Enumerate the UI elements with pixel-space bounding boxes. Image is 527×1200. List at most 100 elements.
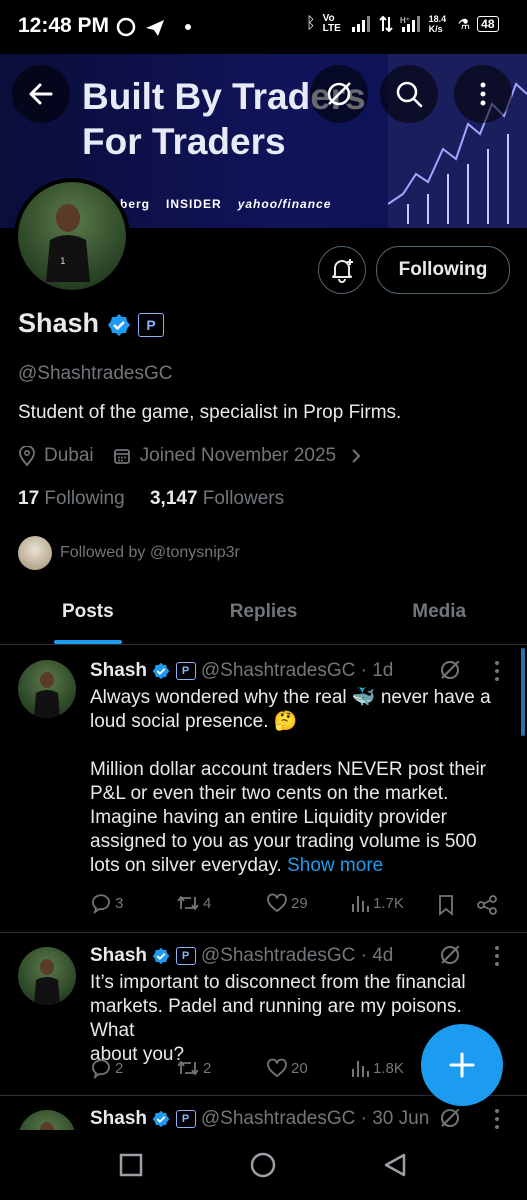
following-count-link[interactable]: 17 Following [18, 488, 125, 509]
repost-button[interactable]: 2 [176, 1057, 211, 1079]
share-icon[interactable] [476, 894, 498, 916]
bluetooth-icon: ᛒ [306, 15, 316, 32]
repost-icon [177, 895, 199, 911]
tweet-line: Always wondered why the real 🐳 never hav… [90, 687, 491, 708]
svg-text:H⁺: H⁺ [400, 16, 410, 25]
banner-title-line2: For Traders [82, 121, 286, 162]
tweet-line: It’s important to disconnect from the fi… [90, 972, 466, 993]
verified-badge-icon [153, 1110, 170, 1128]
tweet-line: lots on silver everyday. [90, 855, 282, 876]
recent-apps-icon[interactable] [118, 1152, 144, 1178]
followers-count: 3,147 [149, 488, 198, 509]
affiliate-badge-icon: P [175, 946, 196, 965]
profile-avatar[interactable]: 1 [14, 178, 130, 294]
like-button[interactable]: 29 [266, 892, 308, 914]
chevron-right-icon[interactable] [348, 447, 364, 465]
profile-name: Shash P [18, 308, 165, 339]
like-count: 29 [291, 894, 308, 912]
views-button[interactable]: 1.7K [350, 892, 404, 914]
follower-avatar [18, 536, 52, 570]
followers-label: Followers [202, 488, 285, 509]
status-time: 12:48 PM [18, 14, 110, 37]
following-label: Following [44, 488, 125, 509]
show-more-link[interactable]: Show more [287, 855, 383, 876]
tweet-header: Shash P @ShashtradesGC · 1d [90, 660, 393, 682]
tab-media-label: Media [412, 601, 467, 622]
reply-count: 3 [115, 894, 124, 912]
back-nav-icon[interactable] [382, 1152, 408, 1178]
flask-icon: ⚗ [457, 15, 471, 32]
followers-count-link[interactable]: 3,147 Followers [150, 488, 284, 509]
like-button[interactable]: 20 [266, 1057, 308, 1079]
verified-badge-icon [153, 662, 170, 680]
tweet-avatar[interactable] [18, 947, 76, 1005]
tweet[interactable]: Shash P @ShashtradesGC · 1d Always wonde… [0, 646, 527, 933]
tab-replies[interactable]: Replies [176, 586, 352, 644]
reply-button[interactable]: 3 [90, 892, 123, 914]
bookmark-icon[interactable] [436, 894, 456, 916]
active-tab-indicator [53, 640, 122, 644]
heart-icon [267, 1058, 287, 1078]
tab-posts[interactable]: Posts [0, 586, 176, 644]
repost-count: 4 [203, 894, 212, 912]
speed-label: 18.4 K/s [428, 14, 447, 34]
reply-icon [92, 1059, 110, 1079]
compose-post-button[interactable] [421, 1024, 503, 1106]
views-icon [352, 1061, 369, 1077]
profile-joined[interactable]: Joined November 2025 [140, 445, 336, 467]
tweet-avatar[interactable] [18, 660, 76, 718]
tweet-more-icon[interactable] [492, 660, 502, 682]
tweet-more-icon[interactable] [492, 1108, 502, 1130]
like-count: 20 [291, 1059, 308, 1077]
home-icon[interactable] [249, 1151, 277, 1179]
grok-button[interactable] [310, 65, 368, 123]
tweet-author-handle: @ShashtradesGC [200, 1108, 356, 1129]
follow-counts: 17 Following 3,147 Followers [18, 488, 284, 510]
repost-icon [177, 1060, 199, 1076]
views-button[interactable]: 1.8K [350, 1057, 404, 1079]
profile-meta: Dubai Joined November 2025 [18, 445, 364, 467]
tweet-header: Shash P @ShashtradesGC · 4d [90, 945, 393, 967]
grok-icon[interactable] [438, 658, 462, 682]
tab-posts-label: Posts [61, 601, 114, 622]
tweet-time: · 4d [360, 945, 394, 966]
reply-button[interactable]: 2 [90, 1057, 123, 1079]
tweet-author-name[interactable]: Shash [90, 660, 147, 681]
affiliate-badge-icon[interactable]: P [138, 312, 165, 337]
notifications-bell-button[interactable] [318, 246, 366, 294]
followed-by[interactable]: Followed by @tonysnip3r [18, 536, 240, 570]
tweet-avatar[interactable] [18, 1110, 76, 1130]
following-count: 17 [18, 488, 40, 509]
search-button[interactable] [380, 65, 438, 123]
notification-icons [116, 16, 196, 45]
tweet-more-icon[interactable] [492, 945, 502, 967]
avatar-photo: 1 [18, 182, 126, 290]
plus-icon [449, 1052, 475, 1078]
data-arrows-icon [378, 15, 393, 33]
calendar-icon [113, 449, 130, 464]
more-options-button[interactable] [454, 65, 512, 123]
tweet-time: · 30 Jun [360, 1108, 430, 1129]
followed-by-text: Followed by @tonysnip3r [60, 544, 240, 561]
grok-icon[interactable] [438, 943, 462, 967]
repost-button[interactable]: 4 [176, 892, 211, 914]
tweet-author-name[interactable]: Shash [90, 945, 147, 966]
following-button[interactable]: Following [376, 246, 510, 294]
profile-location: Dubai [44, 445, 94, 466]
signal-icon [351, 16, 370, 32]
tweet-line: Imagine having an entire Liquidity provi… [90, 807, 447, 828]
tweet-line: Million dollar account traders NEVER pos… [90, 759, 487, 780]
back-button[interactable] [12, 65, 70, 123]
svg-text:1: 1 [60, 257, 66, 267]
tab-media[interactable]: Media [351, 586, 527, 644]
verified-badge-icon[interactable] [107, 313, 131, 337]
view-count: 1.7K [373, 894, 404, 912]
grok-icon[interactable] [438, 1106, 462, 1130]
repost-count: 2 [203, 1059, 212, 1077]
tab-replies-label: Replies [229, 601, 298, 622]
tweet-line: loud social presence. 🤔 [90, 711, 298, 732]
system-nav-bar [0, 1130, 527, 1200]
tweet-author-name[interactable]: Shash [90, 1108, 147, 1129]
banner-logos: berg INSIDER yahoo/finance [120, 197, 331, 211]
